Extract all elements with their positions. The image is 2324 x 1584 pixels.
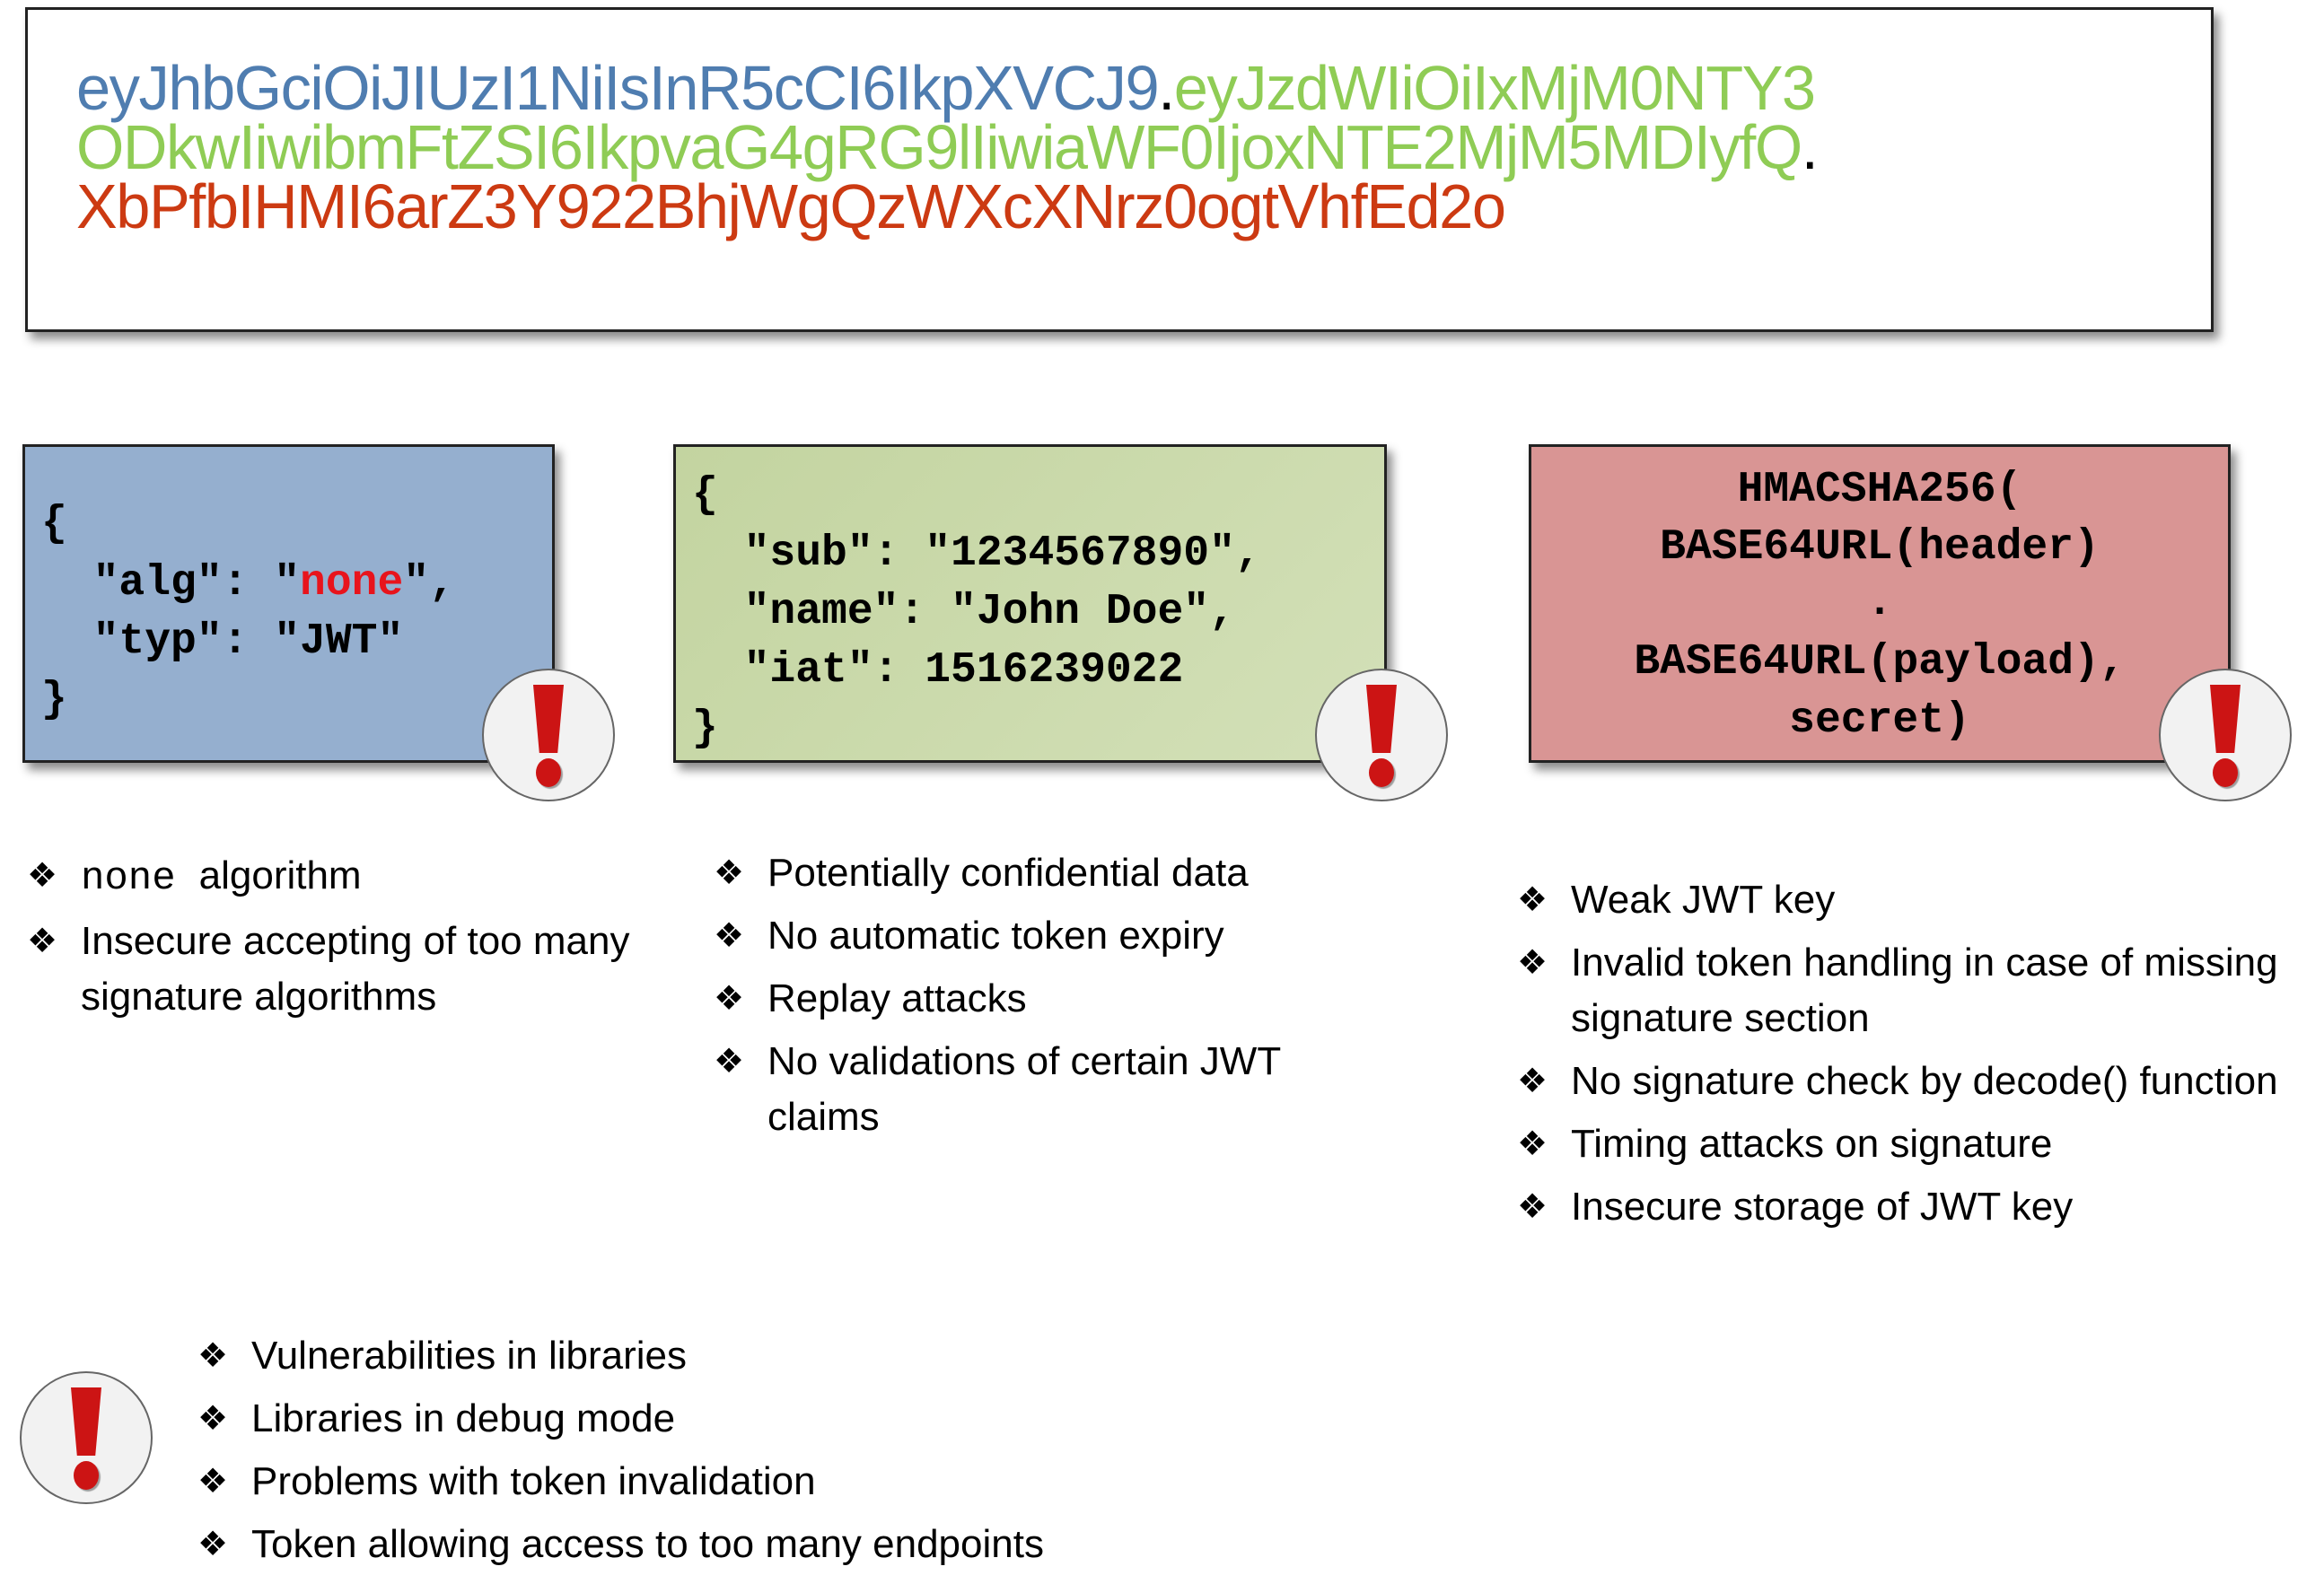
list-item-text: Insecure storage of JWT key — [1571, 1185, 2074, 1229]
four-diamond-icon: ❖ — [714, 980, 745, 1018]
alert-icon — [2159, 669, 2292, 801]
list-item-text: Insecure accepting of too many signature… — [81, 919, 630, 1019]
four-diamond-icon: ❖ — [27, 857, 58, 895]
four-diamond-icon: ❖ — [714, 917, 745, 955]
list-item-text: Vulnerabilities in libraries — [251, 1334, 688, 1378]
token-signature-segment: XbPfbIHMI6arZ3Y922BhjWgQzWXcXNrz0ogtVhfE… — [76, 171, 1506, 241]
list-item-text: No validations of certain JWT claims — [767, 1039, 1281, 1139]
list-item-text: No signature check by decode() function — [1571, 1059, 2278, 1103]
list-item-text: algorithm — [198, 853, 362, 897]
list-item: ❖ Weak JWT key — [1517, 872, 2320, 928]
token-line-3: XbPfbIHMI6arZ3Y922BhjWgQzWXcXNrz0ogtVhfE… — [76, 175, 1506, 238]
list-item-text: Weak JWT key — [1571, 878, 1836, 922]
list-item: ❖ Insecure accepting of too many signatu… — [27, 914, 637, 1025]
list-item-text: Problems with token invalidation — [251, 1459, 816, 1503]
four-diamond-icon: ❖ — [1517, 944, 1548, 982]
signature-formula-box: HMACSHA256( BASE64URL(header) . BASE64UR… — [1529, 444, 2231, 763]
alert-icon — [20, 1371, 153, 1504]
payload-json-box: { "sub": "1234567890", "name": "John Doe… — [673, 444, 1387, 763]
four-diamond-icon: ❖ — [1517, 1063, 1548, 1100]
list-item: ❖ Insecure storage of JWT key — [1517, 1179, 2320, 1235]
list-item-text: No automatic token expiry — [767, 914, 1224, 958]
header-json-box: { "alg": "none", "typ": "JWT" } — [22, 444, 555, 763]
token-line-2: ODkwIiwibmFtZSI6IkpvaG4gRG9lIiwiaWF0Ijox… — [76, 116, 1819, 179]
list-item-text: Token allowing access to too many endpoi… — [251, 1522, 1044, 1566]
none-keyword: none — [81, 856, 176, 901]
general-issues-list: ❖ Vulnerabilities in libraries ❖ Libraries… — [197, 1328, 1275, 1572]
signature-line: HMACSHA256( — [1737, 466, 2022, 514]
token-separator: . — [1801, 112, 1819, 182]
code-line-typ: "typ": "JWT" — [41, 617, 404, 666]
encoded-token-box: eyJhbGciOiJIUzI1NiIsInR5cCI6IkpXVCJ9.eyJ… — [25, 7, 2214, 332]
list-item-text: Replay attacks — [767, 976, 1027, 1020]
four-diamond-icon: ❖ — [714, 1043, 745, 1081]
list-item: ❖ Token allowing access to too many endpo… — [197, 1517, 1275, 1572]
signature-line: secret) — [1789, 696, 1970, 745]
list-item: ❖ Timing attacks on signature — [1517, 1116, 2320, 1172]
list-item: ❖ Replay attacks — [714, 971, 1396, 1027]
four-diamond-icon: ❖ — [197, 1400, 229, 1438]
code-line-alg: "alg": "none", — [41, 562, 455, 605]
alert-icon — [482, 669, 615, 801]
list-item-text: Timing attacks on signature — [1571, 1122, 2053, 1166]
code-line: { — [692, 471, 718, 520]
alg-suffix: ", — [403, 559, 455, 608]
code-line: } — [41, 676, 67, 724]
list-item-text: Libraries in debug mode — [251, 1396, 676, 1440]
list-item: ❖ Invalid token handling in case of missi… — [1517, 935, 2320, 1046]
code-line-sub: "sub": "1234567890", — [692, 529, 1261, 578]
alg-key: "alg": " — [41, 559, 301, 608]
code-line-name: "name": "John Doe", — [692, 588, 1235, 636]
alg-value-none: none — [300, 559, 404, 608]
four-diamond-icon: ❖ — [1517, 881, 1548, 919]
token-line-1: eyJhbGciOiJIUzI1NiIsInR5cCI6IkpXVCJ9.eyJ… — [76, 57, 1816, 119]
four-diamond-icon: ❖ — [197, 1337, 229, 1375]
code-line-iat: "iat": 1516239022 — [692, 646, 1184, 695]
list-item: ❖ Vulnerabilities in libraries — [197, 1328, 1275, 1384]
four-diamond-icon: ❖ — [1517, 1125, 1548, 1163]
four-diamond-icon: ❖ — [197, 1463, 229, 1501]
signature-line: BASE64URL(header) — [1660, 523, 2100, 572]
list-item: ❖ No signature check by decode() function — [1517, 1054, 2320, 1109]
payload-issues-list: ❖ Potentially confidential data ❖ No autom… — [714, 845, 1396, 1145]
alert-icon — [1315, 669, 1448, 801]
four-diamond-icon: ❖ — [714, 854, 745, 892]
list-item: ❖ Problems with token invalidation — [197, 1454, 1275, 1510]
four-diamond-icon: ❖ — [197, 1526, 229, 1563]
list-item-text: Potentially confidential data — [767, 851, 1249, 895]
signature-issues-list: ❖ Weak JWT key ❖ Invalid token handling in… — [1517, 872, 2320, 1235]
list-item: ❖ Potentially confidential data — [714, 845, 1396, 901]
code-line: } — [692, 704, 718, 753]
list-item: ❖ Libraries in debug mode — [197, 1391, 1275, 1447]
code-line: { — [41, 500, 67, 548]
header-issues-list: ❖ none algorithm ❖ Insecure accepting of … — [27, 848, 637, 1025]
list-item: ❖ No validations of certain JWT claims — [714, 1034, 1396, 1145]
signature-line: . — [1866, 579, 1893, 627]
list-item-text: Invalid token handling in case of missin… — [1571, 941, 2278, 1040]
four-diamond-icon: ❖ — [1517, 1188, 1548, 1226]
list-item: ❖ No automatic token expiry — [714, 908, 1396, 964]
four-diamond-icon: ❖ — [27, 923, 58, 960]
signature-line: BASE64URL(payload), — [1634, 638, 2126, 687]
list-item: ❖ none algorithm — [27, 848, 637, 906]
